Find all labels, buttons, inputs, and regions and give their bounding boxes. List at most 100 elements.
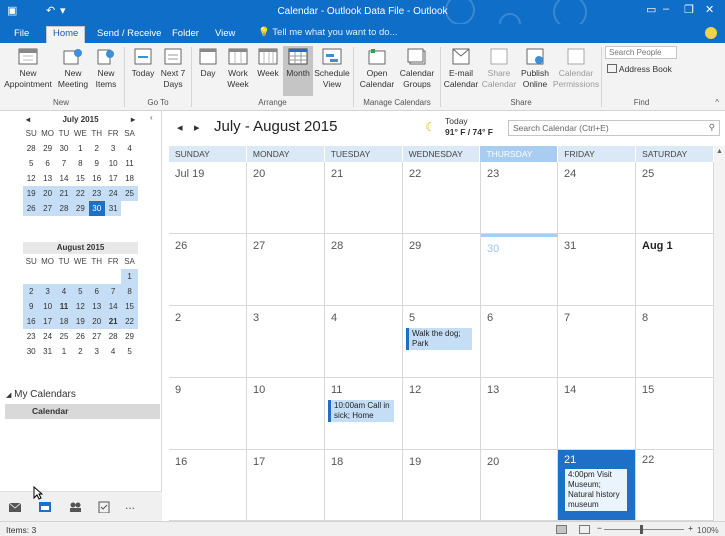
week-view-button[interactable]: Week xyxy=(255,46,281,79)
search-icon[interactable]: ⚲ xyxy=(709,122,715,133)
minimize-icon[interactable]: – xyxy=(663,3,669,15)
new-appointment-button[interactable]: New Appointment xyxy=(2,46,54,90)
tab-home[interactable]: Home xyxy=(46,26,86,43)
day-cell-today[interactable]: 30 xyxy=(481,234,558,306)
day-cell[interactable]: 22 xyxy=(636,450,714,521)
day-cell[interactable]: 11 10:00am Call in sick; Home xyxy=(325,378,403,450)
publish-online-button[interactable]: Publish Online xyxy=(517,46,553,90)
mini-day[interactable]: 23 xyxy=(88,186,105,201)
mini-day[interactable]: 12 xyxy=(23,171,39,186)
mini-day[interactable]: 26 xyxy=(72,329,88,344)
day-cell[interactable]: 17 xyxy=(247,450,325,521)
mini-day[interactable]: 7 xyxy=(104,284,122,299)
day-view-button[interactable]: Day xyxy=(195,46,221,79)
mini-day[interactable]: 9 xyxy=(89,156,105,171)
mini-day[interactable]: 8 xyxy=(72,156,88,171)
mini-day[interactable]: 4 xyxy=(121,141,137,156)
mini-day[interactable]: 28 xyxy=(55,201,73,216)
reading-view-icon[interactable] xyxy=(579,525,590,534)
my-calendars-header[interactable]: ◢ My Calendars xyxy=(6,389,76,400)
mini-day[interactable]: 4 xyxy=(105,344,121,359)
share-calendar-button[interactable]: Share Calendar xyxy=(481,46,517,90)
tab-send-receive[interactable]: Send / Receive xyxy=(91,27,167,43)
day-cell[interactable]: 20 xyxy=(481,450,558,521)
calendar-nav-icon[interactable] xyxy=(38,501,52,513)
calendar-search-input[interactable]: Search Calendar (Ctrl+E) ⚲ xyxy=(508,120,720,136)
mini-day[interactable]: 14 xyxy=(104,299,122,314)
day-cell[interactable]: 12 xyxy=(403,378,481,450)
day-cell[interactable]: Jul 19 xyxy=(169,162,247,234)
mini-day[interactable]: 17 xyxy=(39,314,56,329)
day-cell[interactable]: 21 xyxy=(325,162,403,234)
close-icon[interactable]: ✕ xyxy=(705,3,714,16)
day-cell[interactable]: 6 xyxy=(481,306,558,378)
day-cell[interactable]: 31 xyxy=(558,234,636,306)
new-items-button[interactable]: New Items xyxy=(92,46,120,90)
day-cell[interactable]: 5 Walk the dog; Park xyxy=(403,306,481,378)
mini-day[interactable]: 2 xyxy=(89,141,105,156)
mini-day[interactable]: 11 xyxy=(121,156,137,171)
prev-period-icon[interactable]: ◂ xyxy=(177,121,183,134)
mini-day[interactable]: 16 xyxy=(23,314,40,329)
next-period-icon[interactable]: ▸ xyxy=(194,121,200,134)
ribbon-display-icon[interactable]: ▭ xyxy=(646,3,656,16)
mini-day[interactable]: 9 xyxy=(23,299,40,314)
mini-day[interactable]: 3 xyxy=(105,141,121,156)
day-cell[interactable]: 2 xyxy=(169,306,247,378)
mini-day[interactable]: 21 xyxy=(55,186,73,201)
mini-day[interactable]: 13 xyxy=(39,171,55,186)
mini-day[interactable]: 29 xyxy=(72,201,89,216)
mini-day[interactable]: 5 xyxy=(23,156,39,171)
appointment-walk-dog[interactable]: Walk the dog; Park xyxy=(406,328,472,350)
prev-month-icon[interactable]: ◂ xyxy=(26,114,30,126)
mini-day[interactable]: 20 xyxy=(39,186,56,201)
mini-day[interactable]: 29 xyxy=(39,141,55,156)
mini-day[interactable]: 30 xyxy=(23,344,39,359)
mini-day[interactable]: 1 xyxy=(121,269,138,284)
day-cell[interactable]: 14 xyxy=(558,378,636,450)
mini-day[interactable]: 5 xyxy=(72,284,89,299)
zoom-slider-thumb[interactable] xyxy=(640,525,643,534)
collapse-ribbon-icon[interactable]: ^ xyxy=(715,98,719,107)
mini-day[interactable]: 25 xyxy=(56,329,72,344)
day-cell[interactable]: 20 xyxy=(247,162,325,234)
month-view-button[interactable]: Month xyxy=(283,46,313,96)
feedback-smiley-icon[interactable] xyxy=(705,27,717,39)
zoom-slider-track[interactable] xyxy=(604,529,684,530)
day-cell[interactable]: 8 xyxy=(636,306,714,378)
mini-day[interactable]: 2 xyxy=(72,344,88,359)
day-cell[interactable]: 29 xyxy=(403,234,481,306)
zoom-level[interactable]: 100% xyxy=(697,525,719,535)
mini-day[interactable]: 11 xyxy=(55,299,73,314)
open-calendar-button[interactable]: Open Calendar xyxy=(357,46,397,90)
mail-icon[interactable] xyxy=(8,501,22,513)
day-cell[interactable]: 15 xyxy=(636,378,714,450)
mini-day[interactable]: 6 xyxy=(39,156,55,171)
email-calendar-button[interactable]: E-mail Calendar xyxy=(443,46,479,90)
next7-button[interactable]: Next 7 Days xyxy=(159,46,187,90)
vertical-scrollbar[interactable]: ▲ xyxy=(714,146,725,521)
scroll-up-icon[interactable]: ▲ xyxy=(716,148,723,155)
scrollbar-thumb[interactable] xyxy=(714,336,725,366)
zoom-out-icon[interactable]: − xyxy=(597,523,602,533)
mini-day[interactable]: 2 xyxy=(23,284,40,299)
mini-day[interactable]: 31 xyxy=(39,344,55,359)
mini-day[interactable]: 26 xyxy=(23,201,40,216)
day-cell[interactable]: 25 xyxy=(636,162,714,234)
new-meeting-button[interactable]: New Meeting xyxy=(56,46,90,90)
day-cell[interactable]: 22 xyxy=(403,162,481,234)
mini-day[interactable]: 1 xyxy=(56,344,72,359)
mini-day[interactable]: 14 xyxy=(56,171,72,186)
mini-day[interactable]: 5 xyxy=(121,344,137,359)
weather-widget[interactable]: Today 91° F / 74° F xyxy=(445,116,493,138)
day-cell[interactable]: 23 xyxy=(481,162,558,234)
mini-day[interactable]: 12 xyxy=(72,299,89,314)
mini-day[interactable]: 10 xyxy=(39,299,56,314)
people-icon[interactable] xyxy=(68,501,82,513)
mini-day[interactable]: 31 xyxy=(104,201,122,216)
calendar-folder-item[interactable]: Calendar xyxy=(5,404,160,419)
next-month-icon[interactable]: ▸ xyxy=(131,114,135,126)
day-cell[interactable]: 9 xyxy=(169,378,247,450)
day-cell[interactable]: 19 xyxy=(403,450,481,521)
mini-day[interactable]: 21 xyxy=(104,314,122,329)
